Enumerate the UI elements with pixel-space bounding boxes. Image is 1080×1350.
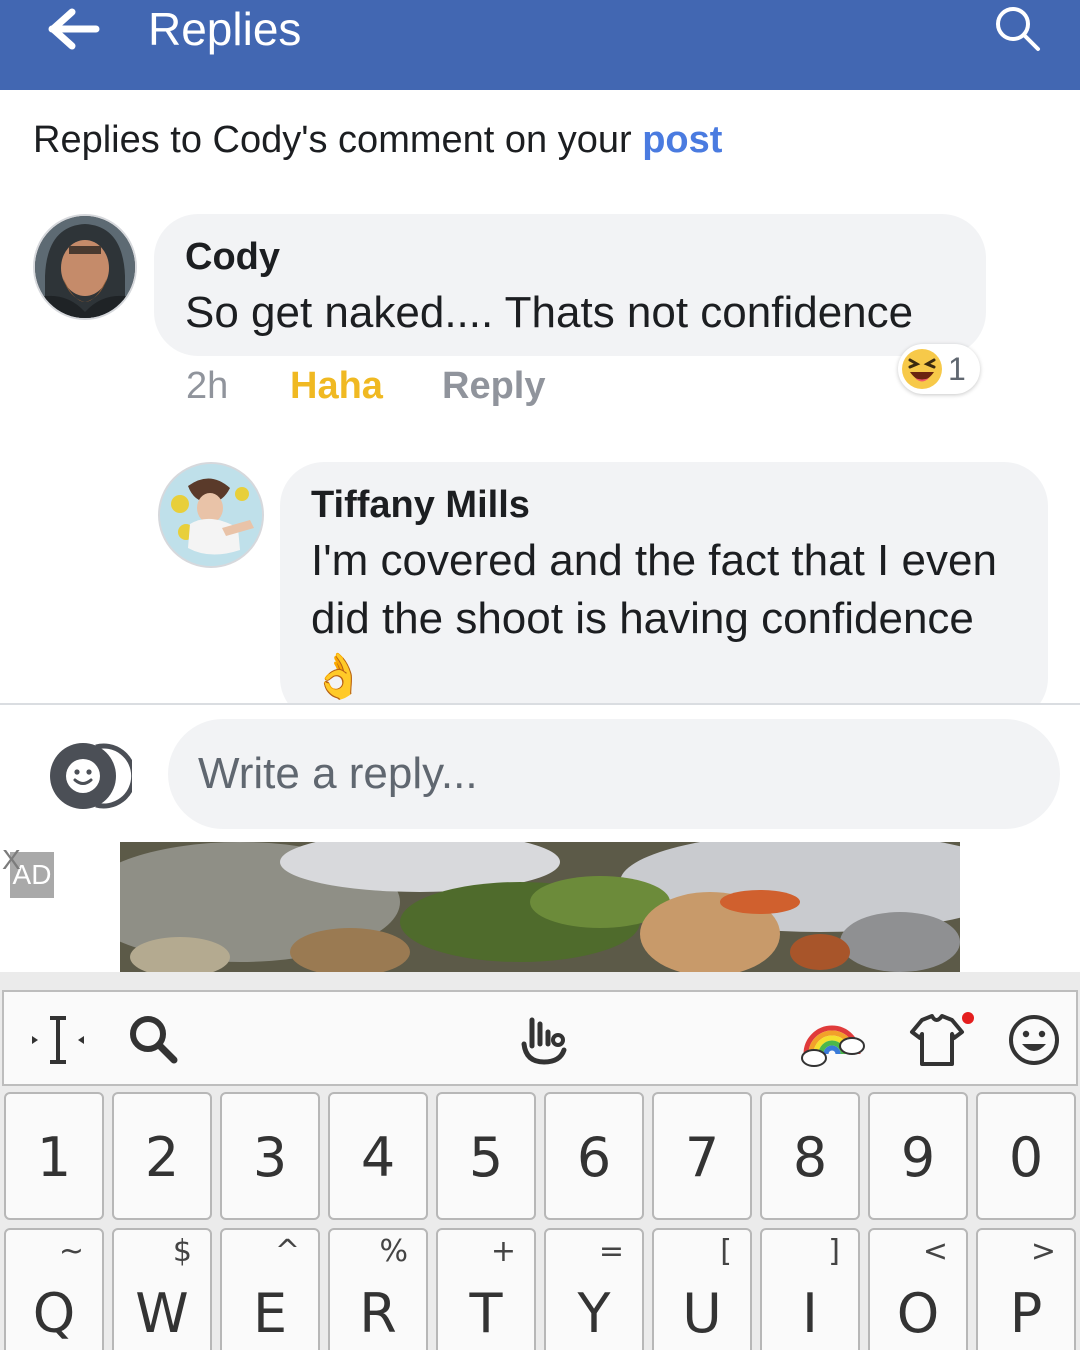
- rainbow-theme-icon[interactable]: [800, 1010, 866, 1070]
- text-cursor-icon[interactable]: [28, 1010, 88, 1070]
- key-q[interactable]: ~ Q: [4, 1228, 104, 1350]
- keyboard-toolbar: [2, 990, 1078, 1086]
- key-o[interactable]: < O: [868, 1228, 968, 1350]
- key-2[interactable]: 2: [112, 1092, 212, 1220]
- avatar-cody[interactable]: [33, 214, 137, 320]
- gesture-icon[interactable]: [512, 1010, 572, 1070]
- comment-timestamp: 2h: [186, 365, 229, 407]
- key-r[interactable]: % R: [328, 1228, 428, 1350]
- reply-button[interactable]: Reply: [442, 362, 545, 410]
- key-w[interactable]: $ W: [112, 1228, 212, 1350]
- search-icon[interactable]: [990, 2, 1046, 58]
- comment-text: So get naked.... Thats not confidence: [185, 288, 914, 337]
- avatar-tiffany-mills[interactable]: [158, 462, 264, 568]
- back-arrow-icon[interactable]: [44, 4, 104, 54]
- shirt-icon[interactable]: [902, 1010, 974, 1070]
- key-9[interactable]: 9: [868, 1092, 968, 1220]
- key-p[interactable]: > P: [976, 1228, 1076, 1350]
- key-4[interactable]: 4: [328, 1092, 428, 1220]
- reply-author[interactable]: Tiffany Mills: [311, 482, 530, 528]
- smiley-icon[interactable]: [1004, 1010, 1064, 1070]
- key-7[interactable]: 7: [652, 1092, 752, 1220]
- key-3[interactable]: 3: [220, 1092, 320, 1220]
- haha-emoji-icon: [900, 347, 944, 391]
- key-8[interactable]: 8: [760, 1092, 860, 1220]
- comment-author[interactable]: Cody: [185, 234, 280, 280]
- ad-banner-image[interactable]: [120, 842, 960, 972]
- key-e[interactable]: ^ E: [220, 1228, 320, 1350]
- reply-input[interactable]: [168, 719, 1060, 829]
- key-t[interactable]: + T: [436, 1228, 536, 1350]
- search-icon[interactable]: [124, 1010, 184, 1070]
- sticker-icon[interactable]: [46, 743, 137, 809]
- keyboard: 1 2 3 4 5 6 7 8 9 0 ~ Q $ W ^ E % R + T = Y [U…: [0, 972, 1080, 1350]
- key-i[interactable]: ] I: [760, 1228, 860, 1350]
- replies-context: Replies to Cody's comment on your post: [33, 116, 722, 164]
- reply-composer: [0, 703, 1080, 843]
- context-text: Replies to Cody's comment on your: [33, 119, 643, 161]
- reaction-count: 1: [948, 351, 966, 387]
- key-y[interactable]: = Y: [544, 1228, 644, 1350]
- key-5[interactable]: 5: [436, 1092, 536, 1220]
- key-0[interactable]: 0: [976, 1092, 1076, 1220]
- ad-close-button[interactable]: X: [2, 846, 21, 874]
- post-link[interactable]: post: [642, 119, 722, 161]
- haha-reaction-button[interactable]: Haha: [290, 362, 383, 410]
- key-6[interactable]: 6: [544, 1092, 644, 1220]
- reply-text: I'm covered and the fact that I even did…: [311, 536, 997, 701]
- key-1[interactable]: 1: [4, 1092, 104, 1220]
- key-u[interactable]: [U: [652, 1228, 752, 1350]
- page-title: Replies: [148, 3, 302, 55]
- top-app-bar: Replies: [0, 0, 1080, 90]
- reaction-summary[interactable]: 1: [898, 344, 980, 394]
